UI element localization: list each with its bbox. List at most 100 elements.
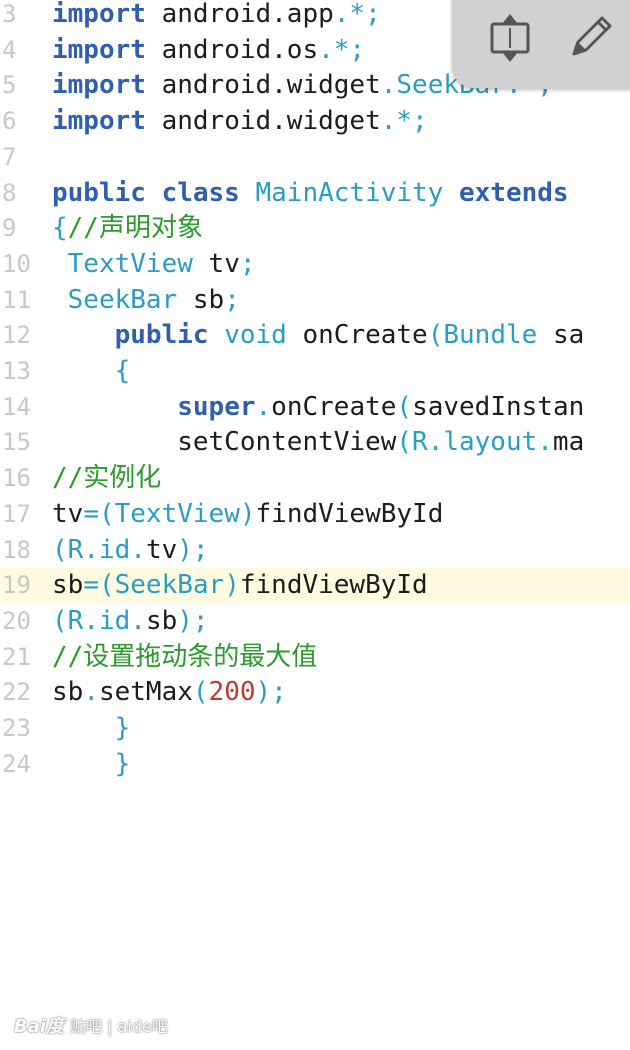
code-token: (: [52, 605, 68, 636]
line-code: (R.id.sb);: [52, 604, 209, 640]
code-token: sb: [177, 284, 225, 315]
line-number: 10: [2, 249, 31, 278]
pencil-icon: [572, 16, 612, 56]
line-number: 20: [2, 606, 31, 635]
line-code: //实例化: [52, 461, 161, 497]
edit-button[interactable]: [560, 8, 620, 68]
code-token: setMax: [98, 677, 193, 708]
line-code: tv=(TextView)findViewById: [52, 497, 443, 533]
code-token: .: [83, 605, 99, 636]
code-token: .: [380, 70, 397, 101]
line-code: }: [52, 747, 131, 783]
code-line[interactable]: 23 }: [0, 711, 630, 747]
line-code: import android.widget.*;: [52, 104, 428, 140]
code-line[interactable]: 17 tv=(TextView)findViewById: [0, 497, 630, 533]
code-token: sa: [537, 320, 585, 351]
line-number: 19: [2, 571, 31, 600]
code-token: (: [192, 677, 209, 708]
code-token: public: [114, 320, 209, 351]
code-token: Bundle: [443, 320, 538, 351]
code-line[interactable]: 12 public void onCreate(Bundle sa: [0, 318, 630, 354]
code-line[interactable]: 22 sb.setMax(200);: [0, 675, 630, 711]
code-line[interactable]: 15 setContentView(R.layout.ma: [0, 425, 630, 461]
code-token: ;: [239, 248, 256, 279]
line-number: 5: [2, 71, 17, 100]
baidu-logo: Bai度: [14, 1016, 65, 1037]
code-token: //实例化: [52, 463, 162, 494]
code-token: extends: [459, 177, 569, 208]
code-token: onCreate: [271, 391, 397, 422]
code-line[interactable]: 21 //设置拖动条的最大值: [0, 640, 630, 676]
code-token: =(: [83, 498, 115, 529]
code-token: ): [224, 570, 240, 601]
line-number: 16: [2, 464, 31, 493]
code-line[interactable]: 8 public class MainActivity extends: [0, 176, 630, 212]
line-code: sb.setMax(200);: [52, 675, 287, 711]
code-line[interactable]: 18 (R.id.tv);: [0, 533, 630, 569]
line-code: import android.app.*;: [52, 0, 381, 33]
line-number: 3: [2, 0, 17, 28]
line-code: sb=(SeekBar)findViewById: [52, 568, 428, 604]
code-token: //设置拖动条的最大值: [52, 641, 318, 672]
code-token: R: [67, 605, 84, 636]
line-code: {: [52, 354, 131, 390]
code-token: SeekBar: [67, 284, 178, 315]
code-token: void: [224, 320, 287, 351]
code-token: sb: [52, 677, 84, 708]
code-line[interactable]: 7: [0, 140, 630, 176]
line-code: SeekBar sb;: [52, 283, 240, 319]
code-token: TextView: [114, 498, 240, 529]
watermark: Bai度 贴吧 | aide吧: [14, 1012, 168, 1038]
code-token: android.app: [145, 0, 334, 29]
code-token: id: [98, 605, 131, 636]
code-token: {: [52, 213, 68, 244]
code-token: .: [83, 677, 99, 708]
code-token: layout: [443, 427, 538, 458]
code-token: //声明对象: [67, 213, 203, 244]
line-code: {//声明对象: [52, 211, 203, 247]
code-line[interactable]: 16 //实例化: [0, 461, 630, 497]
code-token: );: [177, 605, 209, 636]
code-editor[interactable]: 3 import android.app.*; 4 import android.os…: [0, 0, 630, 790]
code-line[interactable]: 19 sb=(SeekBar)findViewById: [0, 568, 630, 604]
code-line[interactable]: 11 SeekBar sb;: [0, 283, 630, 319]
code-token: MainActivity: [255, 177, 444, 208]
line-number: 14: [2, 392, 31, 421]
code-token: SeekBar: [114, 570, 225, 601]
line-number: 6: [2, 107, 17, 136]
code-token: android.widget: [145, 70, 381, 101]
code-line[interactable]: 14 super.onCreate(savedInstan: [0, 390, 630, 426]
code-line[interactable]: 9 {//声明对象: [0, 211, 630, 247]
code-token: public class: [52, 177, 240, 208]
code-token: tv: [52, 498, 84, 529]
code-line[interactable]: 24 }: [0, 747, 630, 783]
code-token: );: [255, 677, 287, 708]
watermark-text: 贴吧 | aide吧: [70, 1017, 168, 1036]
expand-collapse-icon: [490, 14, 530, 62]
code-token: ;: [224, 284, 240, 315]
toggle-view-button[interactable]: [480, 8, 540, 68]
line-number: 17: [2, 499, 31, 528]
line-code: super.onCreate(savedInstan: [52, 390, 584, 426]
code-line[interactable]: 20 (R.id.sb);: [0, 604, 630, 640]
line-code: TextView tv;: [52, 247, 256, 283]
code-token: (: [396, 391, 413, 422]
code-token: .: [537, 427, 553, 458]
code-token: .: [130, 605, 146, 636]
line-code: //设置拖动条的最大值: [52, 640, 317, 676]
code-token: setContentView: [52, 427, 397, 458]
code-token: .*;: [318, 34, 366, 65]
code-token: import: [52, 70, 146, 101]
code-token: {: [114, 356, 131, 386]
code-line[interactable]: 6 import android.widget.*;: [0, 104, 630, 140]
code-token: .: [83, 534, 99, 565]
code-token: import: [52, 106, 146, 137]
code-token: (: [427, 320, 444, 351]
code-line[interactable]: 10 TextView tv;: [0, 247, 630, 283]
code-token: .*;: [333, 0, 381, 29]
code-line[interactable]: 13 {: [0, 354, 630, 390]
